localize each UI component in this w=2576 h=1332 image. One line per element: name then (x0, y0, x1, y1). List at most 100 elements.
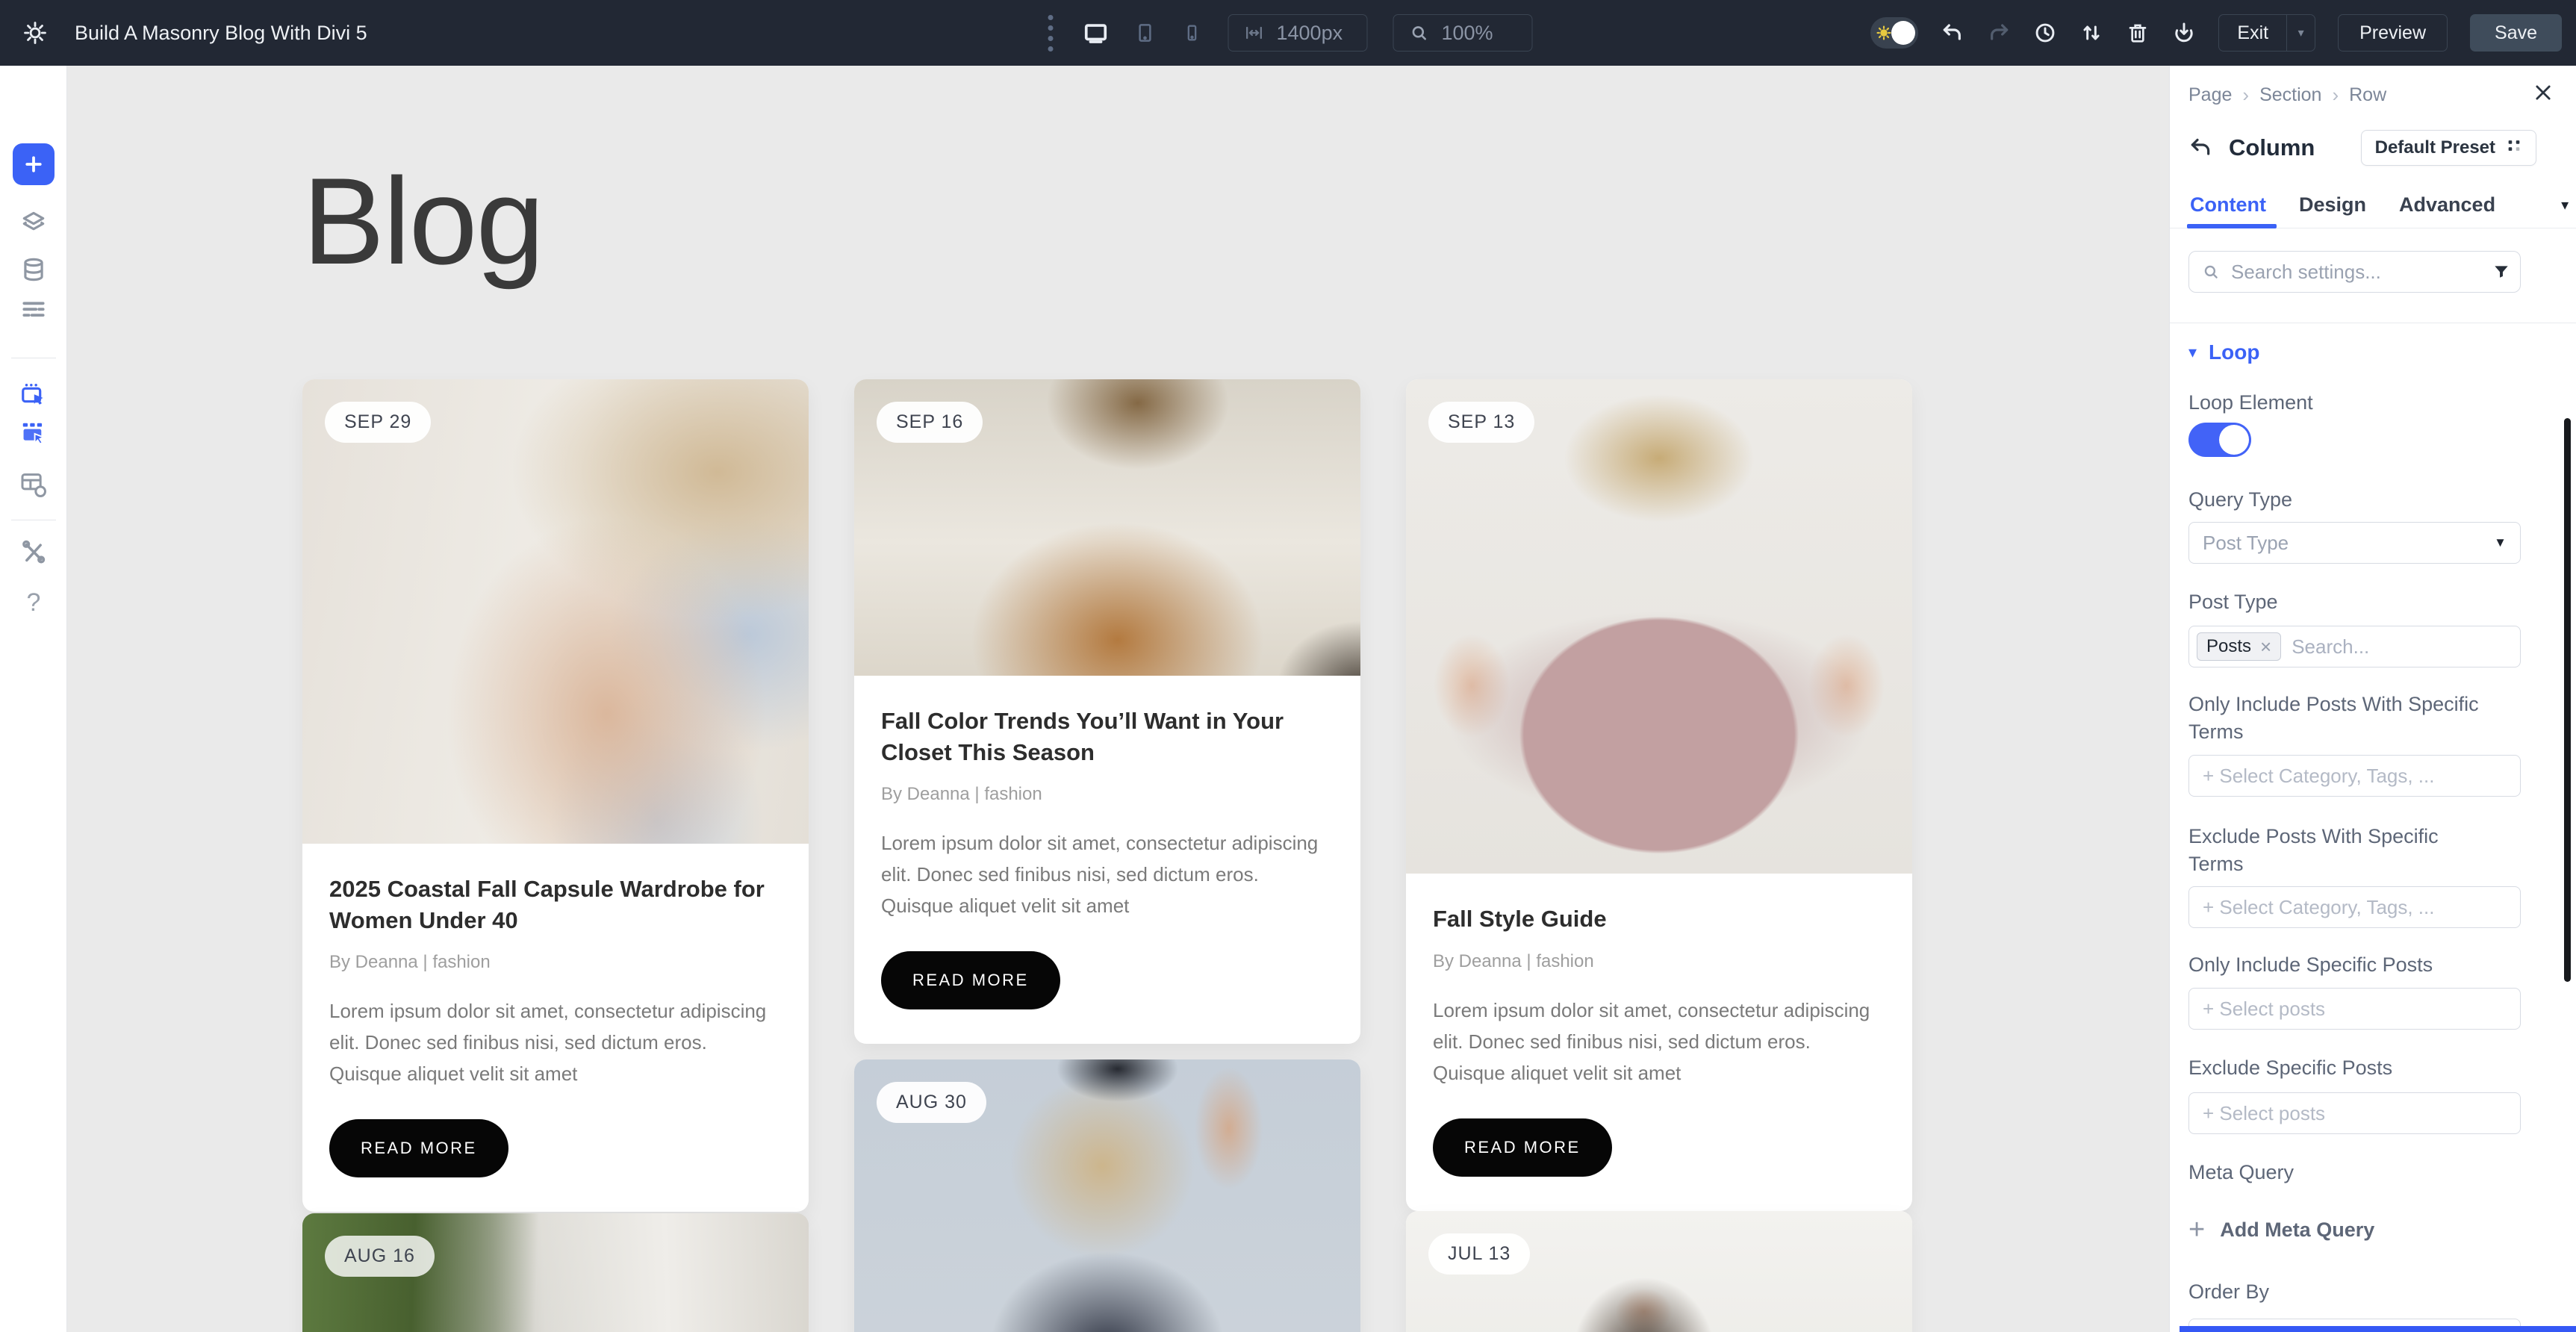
layers-panel-icon[interactable] (0, 208, 67, 237)
history-clock-icon[interactable] (2033, 21, 2057, 45)
post-featured-image: SEP 13 (1406, 379, 1912, 874)
page-settings-gear-icon[interactable] (22, 20, 48, 46)
light-dark-mode-toggle[interactable] (1870, 17, 1918, 49)
element-title: Column (2229, 134, 2315, 161)
panel-bottom-accent-bar (2180, 1326, 2576, 1332)
settings-search-input[interactable] (2231, 261, 2481, 284)
chevron-down-icon: ▼ (2494, 535, 2507, 550)
panel-scrollbar-thumb[interactable] (2564, 418, 2571, 982)
help-icon[interactable]: ? (0, 588, 67, 617)
post-featured-image: AUG 30 (854, 1059, 1360, 1332)
filter-funnel-icon[interactable] (2492, 262, 2511, 281)
blog-post-card[interactable]: AUG 30 (854, 1059, 1360, 1332)
blog-post-card[interactable]: AUG 16 (302, 1213, 809, 1332)
redo-icon[interactable] (1987, 21, 2011, 45)
query-type-select[interactable]: Post Type ▼ (2188, 522, 2521, 564)
add-meta-query-button[interactable]: + Add Meta Query (2188, 1216, 2374, 1244)
divi-builder-app: Build A Masonry Blog With Divi 5 1400px (0, 0, 2576, 1332)
sort-up-down-icon[interactable] (2079, 21, 2103, 45)
tablet-view-icon[interactable] (1134, 22, 1157, 44)
breadcrumb: Page › Section › Row (2188, 84, 2386, 107)
back-arrow-icon[interactable] (2188, 136, 2212, 160)
post-excerpt: Lorem ipsum dolor sit amet, consectetur … (1433, 995, 1885, 1089)
page-title: Build A Masonry Blog With Divi 5 (75, 22, 367, 45)
default-preset-button[interactable]: Default Preset (2361, 130, 2536, 166)
breadcrumb-item-section[interactable]: Section (2259, 84, 2321, 106)
loop-element-toggle[interactable] (2188, 423, 2251, 457)
chip-remove-icon[interactable]: × (2260, 635, 2271, 659)
phone-view-icon[interactable] (1182, 22, 1203, 43)
database-icon[interactable] (0, 255, 67, 284)
post-date-badge: SEP 13 (1428, 402, 1534, 443)
post-type-tag-chip[interactable]: Posts × (2197, 632, 2281, 661)
breadcrumb-separator-icon: › (2332, 84, 2339, 107)
width-arrows-icon (1244, 22, 1265, 43)
exclude-posts-field[interactable] (2188, 1092, 2521, 1134)
post-title[interactable]: Fall Style Guide (1433, 903, 1885, 935)
query-type-label: Query Type (2188, 486, 2480, 514)
developer-tools-icon[interactable] (0, 538, 67, 566)
query-type-value: Post Type (2203, 532, 2289, 555)
exit-button[interactable]: Exit ▾ (2218, 14, 2315, 52)
section-caret-icon: ▾ (2188, 343, 2197, 362)
view-options-kebab-icon[interactable] (1044, 12, 1058, 55)
column-settings-panel: Page › Section › Row Column Default Pres… (2169, 66, 2576, 1332)
blog-page-heading: Blog (302, 154, 543, 290)
builder-sidebar: ? (0, 66, 67, 1332)
loop-element-label: Loop Element (2188, 389, 2480, 417)
read-more-button[interactable]: READ MORE (1433, 1118, 1612, 1177)
post-featured-image: JUL 13 (1406, 1211, 1912, 1332)
top-toolbar: Build A Masonry Blog With Divi 5 1400px (0, 0, 2576, 66)
settings-search[interactable] (2188, 251, 2521, 293)
preview-button[interactable]: Preview (2338, 14, 2448, 52)
include-posts-field[interactable] (2188, 988, 2521, 1030)
exclude-terms-field[interactable] (2188, 886, 2521, 928)
sun-icon (1876, 25, 1892, 45)
blog-post-card[interactable]: SEP 16 Fall Color Trends You’ll Want in … (854, 379, 1360, 1044)
portability-icon[interactable] (2172, 21, 2196, 45)
exit-button-label[interactable]: Exit (2219, 22, 2286, 44)
read-more-button[interactable]: READ MORE (329, 1119, 508, 1177)
tab-design[interactable]: Design (2299, 193, 2366, 217)
viewport-width-input[interactable]: 1400px (1228, 14, 1368, 52)
zoom-level-input[interactable]: 100% (1393, 14, 1533, 52)
search-icon (2201, 262, 2221, 281)
page-layout-icon[interactable] (0, 470, 67, 500)
post-featured-image: SEP 16 (854, 379, 1360, 676)
post-title[interactable]: 2025 Coastal Fall Capsule Wardrobe for W… (329, 874, 782, 936)
blog-post-card[interactable]: JUL 13 (1406, 1211, 1912, 1332)
toggle-knob (2219, 425, 2249, 455)
breadcrumb-item-row[interactable]: Row (2349, 84, 2386, 106)
include-terms-field[interactable] (2188, 755, 2521, 797)
post-featured-image: AUG 16 (302, 1213, 809, 1332)
settings-tabs: Content Design Advanced ▾ (2190, 191, 2539, 218)
element-select-mode-icon[interactable] (0, 381, 67, 409)
save-button[interactable]: Save (2470, 14, 2562, 52)
exit-dropdown-caret-icon[interactable]: ▾ (2286, 15, 2315, 51)
blog-post-card[interactable]: SEP 29 2025 Coastal Fall Capsule Wardrob… (302, 379, 809, 1212)
post-meta: By Deanna | fashion (329, 952, 782, 973)
tab-advanced[interactable]: Advanced (2399, 193, 2495, 217)
post-type-field[interactable]: Posts × (2188, 626, 2521, 667)
tab-content[interactable]: Content (2190, 193, 2266, 217)
close-panel-icon[interactable] (2533, 82, 2554, 107)
blog-post-card[interactable]: SEP 13 Fall Style Guide By Deanna | fash… (1406, 379, 1912, 1211)
trash-icon[interactable] (2126, 21, 2150, 45)
page-canvas[interactable]: Blog SEP 29 2025 Coastal Fall Capsule Wa… (67, 66, 2169, 1332)
wireframe-view-icon[interactable] (0, 296, 67, 324)
block-select-mode-icon[interactable] (0, 420, 67, 448)
tabs-caret-icon[interactable]: ▾ (2561, 196, 2569, 214)
add-module-button[interactable] (13, 143, 55, 185)
breadcrumb-item-page[interactable]: Page (2188, 84, 2232, 106)
include-posts-label: Only Include Specific Posts (2188, 951, 2480, 979)
undo-icon[interactable] (1941, 21, 1964, 45)
desktop-view-icon[interactable] (1083, 20, 1109, 46)
read-more-button[interactable]: READ MORE (881, 951, 1060, 1009)
meta-query-label: Meta Query (2188, 1159, 2480, 1186)
post-title[interactable]: Fall Color Trends You’ll Want in Your Cl… (881, 706, 1334, 768)
post-date-badge: AUG 30 (877, 1082, 986, 1123)
loop-section-header[interactable]: ▾ Loop (2188, 340, 2259, 364)
post-meta: By Deanna | fashion (881, 784, 1334, 805)
post-type-search-input[interactable] (2292, 635, 2513, 659)
zoom-level-value: 100% (1442, 22, 1493, 45)
